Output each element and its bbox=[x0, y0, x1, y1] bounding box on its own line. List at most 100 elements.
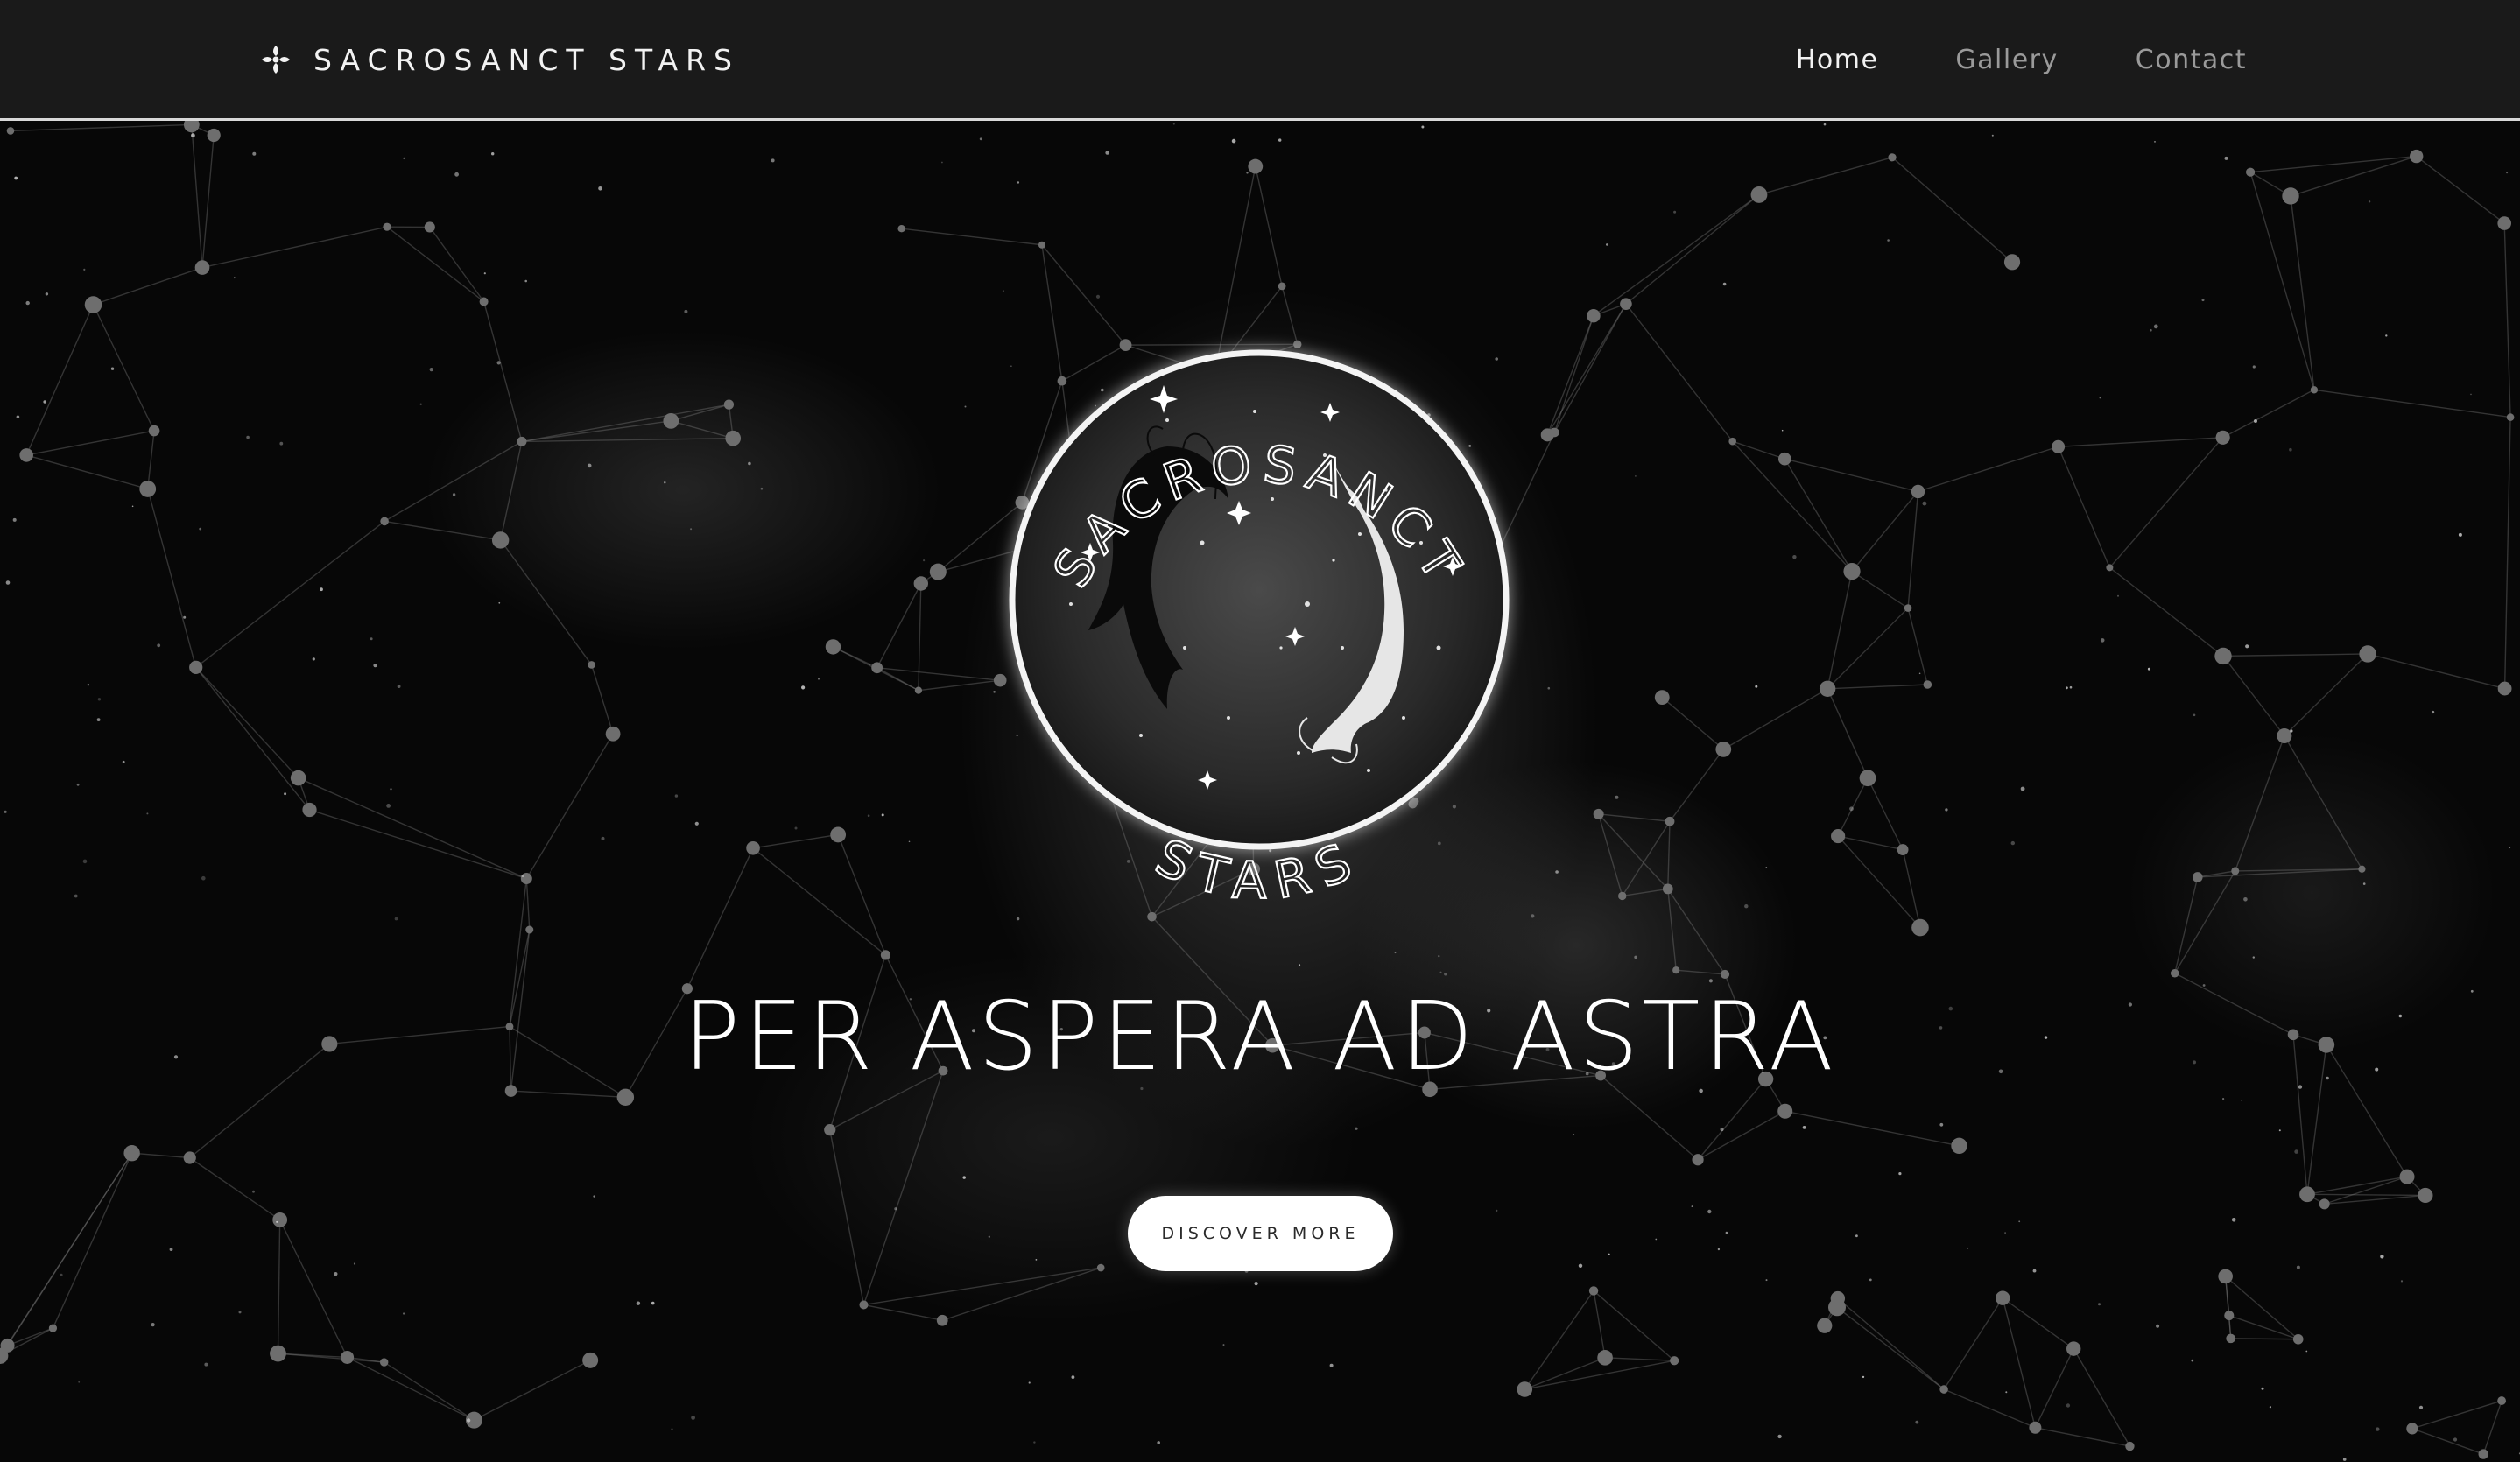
constellation-line bbox=[1784, 458, 1853, 572]
constellation-line bbox=[277, 1220, 281, 1354]
constellation-line bbox=[384, 520, 501, 541]
background-star bbox=[1608, 1253, 1610, 1255]
background-star bbox=[2368, 200, 2371, 203]
background-star bbox=[962, 1176, 966, 1179]
constellation-node bbox=[2506, 413, 2515, 421]
constellation-node bbox=[1888, 153, 1897, 162]
background-star bbox=[1578, 1263, 1583, 1269]
constellation-line bbox=[2416, 156, 2505, 224]
constellation-node bbox=[1831, 828, 1846, 844]
compass-star-icon bbox=[262, 46, 290, 74]
background-star bbox=[403, 1312, 405, 1315]
background-star bbox=[598, 186, 602, 191]
background-star bbox=[204, 1362, 208, 1367]
constellation-line bbox=[189, 1156, 281, 1220]
sacrosanct-stars-logo: SACROSANCT STARS bbox=[1009, 349, 1510, 911]
background-star bbox=[429, 368, 433, 372]
nav-link-gallery[interactable]: Gallery bbox=[1955, 45, 2058, 75]
background-star bbox=[2117, 594, 2119, 597]
constellation-line bbox=[2503, 417, 2511, 689]
background-star bbox=[334, 1272, 338, 1276]
brand-link[interactable]: SACROSANCT STARS bbox=[261, 39, 740, 81]
background-star bbox=[191, 133, 195, 138]
background-star bbox=[390, 788, 392, 791]
background-star bbox=[1655, 1238, 1658, 1241]
background-star bbox=[491, 152, 495, 156]
constellation-line bbox=[499, 441, 523, 541]
constellation-line bbox=[2249, 172, 2315, 390]
constellation-node bbox=[824, 1124, 836, 1136]
constellation-line bbox=[1667, 821, 1671, 889]
constellation-node bbox=[723, 399, 735, 410]
constellation-node bbox=[183, 1151, 196, 1164]
constellation-node bbox=[2218, 1269, 2233, 1284]
background-star bbox=[466, 1418, 471, 1423]
background-star bbox=[276, 1220, 278, 1223]
background-star bbox=[284, 792, 287, 796]
constellation-line bbox=[429, 227, 485, 302]
constellation-node bbox=[1897, 844, 1909, 855]
constellation-node bbox=[1843, 562, 1861, 580]
constellation-line bbox=[147, 489, 197, 668]
background-star bbox=[131, 505, 134, 508]
constellation-line bbox=[1697, 1110, 1786, 1161]
constellation-line bbox=[1722, 688, 1828, 750]
background-star bbox=[1222, 1344, 1225, 1346]
background-star bbox=[684, 309, 688, 313]
background-star bbox=[2032, 1269, 2037, 1273]
constellation-line bbox=[521, 420, 672, 443]
background-star bbox=[1945, 808, 1948, 812]
constellation-node bbox=[1777, 452, 1791, 466]
nav-link-home[interactable]: Home bbox=[1796, 45, 1879, 75]
background-star bbox=[1939, 1122, 1944, 1127]
background-star bbox=[1720, 1128, 1724, 1132]
constellation-line bbox=[1598, 813, 1671, 822]
constellation-node bbox=[2029, 1421, 2042, 1434]
constellation-node bbox=[270, 1345, 286, 1362]
constellation-line bbox=[1553, 315, 1594, 433]
constellation-node bbox=[2418, 1187, 2433, 1204]
background-star bbox=[60, 1273, 63, 1276]
constellation-node bbox=[123, 1145, 140, 1162]
background-star bbox=[2252, 365, 2256, 369]
background-star bbox=[1028, 1381, 1031, 1384]
background-star bbox=[1744, 904, 1749, 909]
background-star bbox=[674, 794, 679, 798]
constellation-node bbox=[897, 224, 905, 233]
constellation-node bbox=[2224, 1311, 2235, 1321]
background-star bbox=[1855, 1234, 1858, 1238]
constellation-line bbox=[525, 878, 531, 931]
background-star bbox=[2156, 1324, 2160, 1328]
constellation-line bbox=[2073, 1348, 2131, 1447]
background-star bbox=[691, 1416, 695, 1420]
constellation-node bbox=[2358, 865, 2366, 873]
nav-link-contact[interactable]: Contact bbox=[2136, 45, 2247, 75]
constellation-line bbox=[2411, 1400, 2502, 1430]
background-star bbox=[496, 361, 501, 365]
background-star bbox=[2296, 1265, 2300, 1269]
background-star bbox=[1777, 1434, 1782, 1439]
constellation-line bbox=[25, 304, 95, 456]
background-star bbox=[2245, 644, 2249, 649]
constellation-line bbox=[2284, 735, 2363, 870]
background-star bbox=[45, 292, 49, 296]
background-star bbox=[233, 277, 236, 279]
discover-more-button[interactable]: DISCOVER MORE bbox=[1128, 1196, 1393, 1271]
background-star bbox=[1438, 955, 1440, 958]
background-star bbox=[2100, 638, 2105, 643]
background-star bbox=[2069, 685, 2073, 689]
constellation-node bbox=[859, 1300, 869, 1310]
constellation-node bbox=[48, 1324, 58, 1332]
constellation-line bbox=[2411, 1428, 2484, 1455]
background-star bbox=[74, 894, 78, 898]
constellation-line bbox=[1902, 849, 1921, 928]
background-star bbox=[1573, 1134, 1575, 1135]
background-star bbox=[43, 400, 46, 404]
background-star bbox=[169, 1248, 173, 1251]
background-star bbox=[1071, 1375, 1075, 1379]
main-nav: Home Gallery Contact bbox=[1796, 39, 2247, 81]
constellation-line bbox=[1593, 1290, 1606, 1358]
constellation-node bbox=[520, 873, 532, 885]
constellation-node bbox=[2359, 645, 2376, 663]
constellation-line bbox=[2223, 653, 2369, 657]
